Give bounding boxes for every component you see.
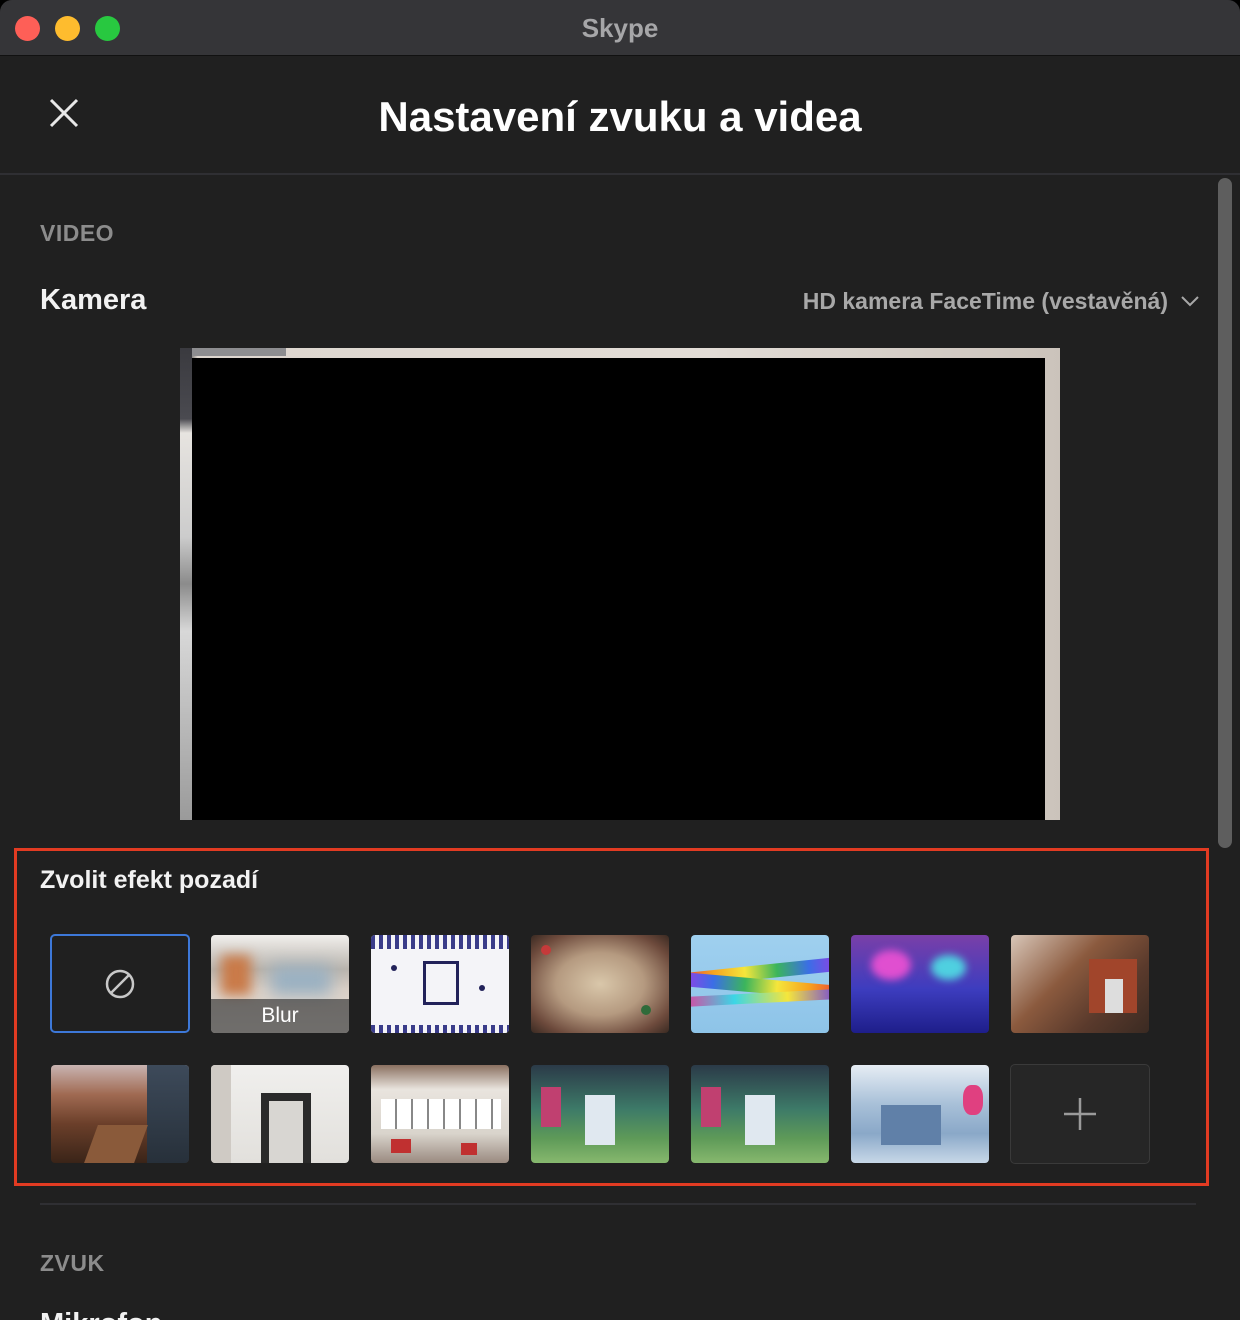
effect-green-lobby-2[interactable] <box>691 1065 829 1163</box>
effect-none[interactable] <box>50 934 190 1033</box>
camera-label: Kamera <box>40 284 147 316</box>
blur-label: Blur <box>211 999 349 1033</box>
effect-brick-courtyard[interactable] <box>1011 935 1149 1033</box>
add-background-button[interactable] <box>1010 1064 1150 1164</box>
audio-section-label: ZVUK <box>40 1250 105 1276</box>
effect-blur[interactable]: Blur <box>211 935 349 1033</box>
video-section-label: VIDEO <box>40 220 115 246</box>
camera-select-value: HD kamera FaceTime (vestavěná) <box>802 287 1168 314</box>
section-divider <box>40 1203 1196 1205</box>
effect-purple-fantasy[interactable] <box>851 935 989 1033</box>
background-effects-title: Zvolit efekt pozadí <box>40 866 259 894</box>
scrollbar[interactable] <box>1218 176 1232 1320</box>
app-title: Skype <box>581 13 659 43</box>
page-title: Nastavení zvuku a videa <box>378 93 862 140</box>
effect-modern-office[interactable] <box>371 1065 509 1163</box>
camera-preview <box>180 348 1060 820</box>
microphone-label: Mikrofon <box>40 1308 162 1320</box>
plus-icon <box>1064 1098 1096 1130</box>
video-feed <box>192 358 1045 820</box>
title-bar: Skype <box>0 0 1240 56</box>
effect-holiday-frame[interactable] <box>531 935 669 1033</box>
skype-window: Skype Nastavení zvuku a videa VIDEO Kame… <box>0 0 1240 1320</box>
effect-autumn-street[interactable] <box>51 1065 189 1163</box>
effect-blue-lounge[interactable] <box>851 1065 989 1163</box>
camera-select[interactable]: HD kamera FaceTime (vestavěná) <box>803 286 1200 316</box>
no-effect-icon <box>105 969 135 998</box>
effect-colorful-ribbons[interactable] <box>691 935 829 1033</box>
effect-bright-doorway[interactable] <box>211 1065 349 1163</box>
scrollbar-thumb[interactable] <box>1218 178 1232 848</box>
effect-green-lobby[interactable] <box>531 1065 669 1163</box>
chevron-down-icon <box>1181 296 1199 307</box>
effect-winter-pattern[interactable] <box>371 935 509 1033</box>
dialog-header: Nastavení zvuku a videa <box>0 57 1240 175</box>
